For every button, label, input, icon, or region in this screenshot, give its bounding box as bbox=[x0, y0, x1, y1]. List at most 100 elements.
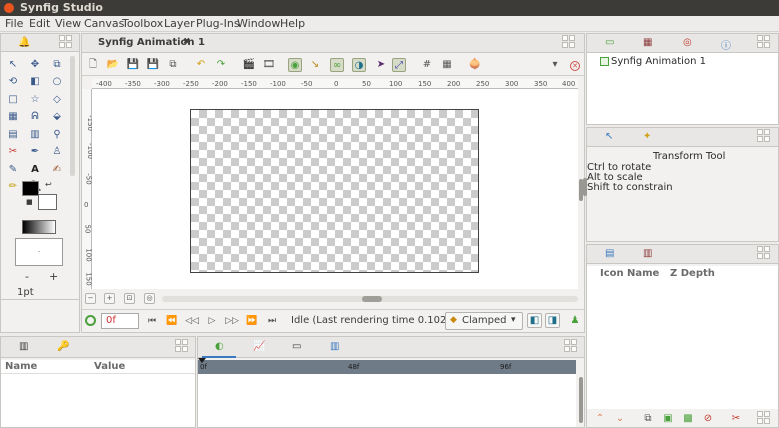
save-all-icon[interactable]: ⧉ bbox=[166, 58, 180, 72]
menu-edit[interactable]: Edit bbox=[29, 17, 50, 30]
params-column-value[interactable]: Value bbox=[94, 361, 125, 372]
timetrack-tab-icon[interactable]: ◐ bbox=[215, 341, 224, 352]
smooth-move-tool-icon[interactable]: ✥ bbox=[29, 59, 41, 71]
rotate-tool-icon[interactable]: ⟲ bbox=[7, 76, 19, 88]
panel-grip-icon[interactable] bbox=[757, 246, 775, 262]
sound-tab-icon[interactable]: ▥ bbox=[330, 341, 339, 352]
redo-icon[interactable]: ↷ bbox=[214, 58, 228, 72]
gradient-swatch[interactable] bbox=[22, 220, 56, 234]
encapsulate-layer-icon[interactable]: ▩ bbox=[681, 412, 695, 426]
show-width-handles-icon[interactable]: ➤ bbox=[374, 58, 388, 72]
time-cursor[interactable] bbox=[198, 358, 206, 363]
rectangle-tool-icon[interactable]: □ bbox=[7, 94, 19, 106]
current-frame-field[interactable]: 0f bbox=[101, 313, 139, 329]
cutout-tool-icon[interactable]: ✂ bbox=[7, 146, 19, 158]
menu-layer[interactable]: Layer bbox=[164, 17, 195, 30]
menu-help[interactable]: Help bbox=[280, 17, 305, 30]
duplicate-layer-icon[interactable]: ⧉ bbox=[641, 412, 655, 426]
zoom-tool-icon[interactable]: ⚲ bbox=[51, 129, 63, 141]
panel-grip-icon[interactable] bbox=[757, 129, 775, 145]
sets-tab-icon[interactable]: ▥ bbox=[643, 248, 652, 259]
delete-layer-icon[interactable]: ⊘ bbox=[701, 412, 715, 426]
animation-mode-toggle-icon[interactable]: ♟ bbox=[568, 314, 582, 328]
eyedrop-tool-icon[interactable]: ▤ bbox=[7, 129, 19, 141]
panel-grip-icon[interactable] bbox=[175, 339, 193, 355]
cut-layer-icon[interactable]: ✂ bbox=[729, 412, 743, 426]
preview-icon[interactable]: 🎞 bbox=[262, 58, 276, 72]
toggle-grid-icon[interactable]: # bbox=[420, 58, 434, 72]
canvas-checkerboard[interactable] bbox=[190, 109, 479, 273]
decrease-size-button[interactable]: - bbox=[25, 270, 29, 283]
interpolation-dropdown[interactable]: ◆ Clamped ▾ bbox=[445, 312, 523, 330]
params-column-name[interactable]: Name bbox=[5, 361, 37, 372]
toolbar-overflow-icon[interactable]: ▾ bbox=[548, 58, 562, 72]
spline-tool-icon[interactable]: ᕱ bbox=[29, 111, 41, 123]
canvas-metadata-tab-icon[interactable]: ▭ bbox=[292, 341, 301, 352]
undo-icon[interactable]: ↶ bbox=[194, 58, 208, 72]
gradient-tool-icon[interactable]: ▦ bbox=[7, 111, 19, 123]
menu-canvas[interactable]: Canvas bbox=[84, 17, 124, 30]
circle-tool-icon[interactable]: ○ bbox=[51, 76, 63, 88]
tool-options-tab-icon[interactable]: ↖ bbox=[605, 131, 613, 142]
info-tab-icon[interactable]: ⓘ bbox=[721, 37, 731, 52]
transform-tool-icon[interactable]: ↖ bbox=[7, 59, 19, 71]
render-icon[interactable]: 🎬 bbox=[242, 58, 256, 72]
zoom-fit-icon[interactable]: ⊡ bbox=[124, 293, 135, 304]
seek-next-keyframe-icon[interactable]: ⏩ bbox=[245, 314, 259, 328]
menu-view[interactable]: View bbox=[55, 17, 81, 30]
fill-color-swatch[interactable] bbox=[38, 194, 57, 210]
history-tab-icon[interactable]: ✦ bbox=[643, 131, 651, 142]
show-tangent-handles-icon[interactable]: ∞ bbox=[330, 58, 344, 72]
reset-colors-icon[interactable]: ■ bbox=[26, 198, 33, 206]
zoom-100-icon[interactable]: ◎ bbox=[144, 293, 155, 304]
star-tool-icon[interactable]: ☆ bbox=[29, 94, 41, 106]
swap-colors-icon[interactable]: ↩ bbox=[45, 180, 52, 189]
onion-skin-icon[interactable]: 🧅 bbox=[468, 58, 482, 72]
menu-window[interactable]: Window bbox=[237, 17, 280, 30]
group-layer-icon[interactable]: ▣ bbox=[661, 412, 675, 426]
increase-size-button[interactable]: + bbox=[49, 270, 58, 283]
pencil-tool-icon[interactable]: ✏ bbox=[7, 181, 19, 193]
show-vertex-handles-icon[interactable]: ↘ bbox=[308, 58, 322, 72]
outline-color-swatch[interactable] bbox=[22, 181, 39, 196]
zoom-in-icon[interactable]: + bbox=[104, 293, 115, 304]
fill-tool-icon[interactable]: ⬙ bbox=[51, 111, 63, 123]
past-keyframes-lock-icon[interactable]: ◧ bbox=[527, 313, 542, 328]
future-keyframes-lock-icon[interactable]: ◨ bbox=[545, 313, 560, 328]
panel-grip-icon[interactable] bbox=[59, 35, 77, 51]
seek-end-icon[interactable]: ⏭ bbox=[265, 314, 279, 328]
zoom-out-icon[interactable]: − bbox=[85, 293, 96, 304]
canvas-horizontal-scrollbar[interactable] bbox=[162, 296, 578, 302]
library-tab-icon[interactable]: ▦ bbox=[643, 37, 652, 48]
params-tab-icon[interactable]: ▥ bbox=[19, 341, 28, 352]
panel-grip-icon[interactable] bbox=[757, 35, 775, 51]
work-area[interactable] bbox=[92, 89, 578, 289]
toolbox-bell-icon[interactable]: 🔔 bbox=[18, 37, 30, 48]
new-file-icon[interactable]: 🗋 bbox=[86, 58, 100, 72]
params-list[interactable] bbox=[1, 374, 195, 427]
seek-begin-icon[interactable]: ⏮ bbox=[145, 314, 159, 328]
layers-column-z-depth[interactable]: Z Depth bbox=[670, 268, 715, 279]
raise-layer-icon[interactable]: ⌃ bbox=[593, 412, 607, 426]
menu-toolbox[interactable]: Toolbox bbox=[122, 17, 163, 30]
save-as-icon[interactable]: 💾 bbox=[146, 58, 160, 72]
curves-tab-icon[interactable]: 📈 bbox=[253, 341, 265, 352]
snap-grid-icon[interactable]: ▦ bbox=[440, 58, 454, 72]
toolbox-scrollbar[interactable] bbox=[70, 56, 75, 176]
seek-next-frame-icon[interactable]: ▷▷ bbox=[225, 314, 239, 328]
show-angle-handles-icon[interactable]: ⤢ bbox=[392, 58, 406, 72]
time-ruler[interactable]: 0f 48f 96f bbox=[198, 358, 576, 374]
layers-tab-icon[interactable]: ▤ bbox=[605, 248, 614, 259]
mirror-tool-icon[interactable]: ◧ bbox=[29, 76, 41, 88]
current-frame-value[interactable]: 0f bbox=[106, 315, 116, 326]
timetrack-area[interactable] bbox=[198, 374, 576, 427]
layers-column-name[interactable]: Name bbox=[627, 268, 659, 279]
brush-size-value[interactable]: 1pt bbox=[17, 287, 34, 298]
seek-prev-keyframe-icon[interactable]: ⏪ bbox=[165, 314, 179, 328]
save-icon[interactable]: 💾 bbox=[126, 58, 140, 72]
width-tool-icon[interactable]: ▥ bbox=[29, 129, 41, 141]
horizontal-scroll-thumb[interactable] bbox=[362, 296, 382, 302]
bone-tool-icon[interactable]: ♙ bbox=[51, 146, 63, 158]
document-tab-close-icon[interactable]: ✖ bbox=[183, 37, 191, 47]
scale-tool-icon[interactable]: ⧉ bbox=[51, 59, 63, 71]
